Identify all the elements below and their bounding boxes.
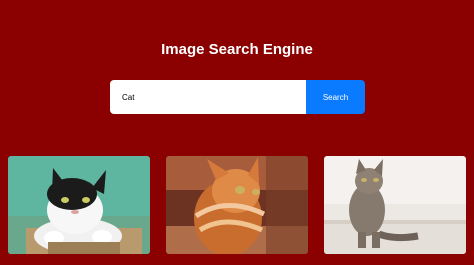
result-image-2[interactable]: [166, 156, 308, 254]
result-image-1[interactable]: [8, 156, 150, 254]
cat-image: [8, 156, 150, 254]
search-input[interactable]: [110, 80, 306, 114]
image-results-grid: [8, 156, 466, 254]
search-bar: Search: [110, 80, 365, 114]
page: Image Search Engine Search: [0, 0, 474, 265]
search-button[interactable]: Search: [306, 80, 365, 114]
cat-image: [324, 156, 466, 254]
result-image-3[interactable]: [324, 156, 466, 254]
cat-image: [166, 156, 308, 254]
page-title: Image Search Engine: [161, 41, 313, 58]
